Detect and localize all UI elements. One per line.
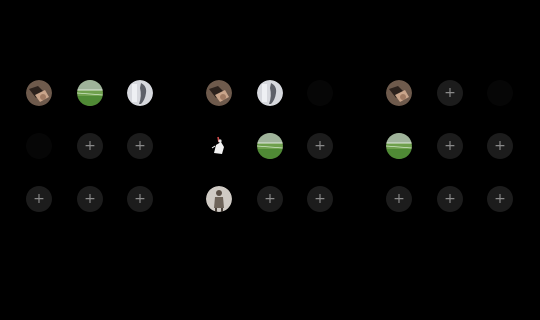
plus-icon: + (444, 85, 456, 101)
soccer-field-photo-icon (386, 133, 412, 159)
plus-icon: + (494, 138, 506, 154)
hands-photo-icon (386, 80, 412, 106)
photo-panel-2: + + + (206, 80, 334, 212)
photo-slot-statue[interactable] (257, 80, 283, 106)
empty-slot (307, 80, 333, 106)
plus-icon: + (134, 191, 146, 207)
plus-icon: + (84, 191, 96, 207)
plus-icon: + (134, 138, 146, 154)
add-photo-button[interactable]: + (487, 186, 513, 212)
add-photo-button[interactable]: + (77, 133, 103, 159)
plus-icon: + (314, 138, 326, 154)
plus-icon: + (84, 138, 96, 154)
add-photo-button[interactable]: + (437, 133, 463, 159)
plus-icon: + (444, 191, 456, 207)
empty-slot (26, 133, 52, 159)
statue-photo-icon (127, 80, 153, 106)
add-photo-button[interactable]: + (26, 186, 52, 212)
add-photo-button[interactable]: + (257, 186, 283, 212)
photo-slot-soccer-field[interactable] (386, 133, 412, 159)
add-photo-button[interactable]: + (437, 80, 463, 106)
photo-slot-soccer-field[interactable] (257, 133, 283, 159)
add-photo-button[interactable]: + (127, 133, 153, 159)
plus-icon: + (264, 191, 276, 207)
add-photo-button[interactable]: + (127, 186, 153, 212)
figure-sketch-photo-icon (206, 133, 232, 159)
photo-slot-statue[interactable] (127, 80, 153, 106)
photo-slot-hands[interactable] (26, 80, 52, 106)
hands-photo-icon (26, 80, 52, 106)
photo-panel-3: + + + + + + (386, 80, 514, 212)
empty-slot (487, 80, 513, 106)
photo-slot-person-standing[interactable] (206, 186, 232, 212)
soccer-field-photo-icon (77, 80, 103, 106)
plus-icon: + (494, 191, 506, 207)
add-photo-button[interactable]: + (487, 133, 513, 159)
statue-photo-icon (257, 80, 283, 106)
photo-slot-hands[interactable] (386, 80, 412, 106)
photo-slot-soccer-field[interactable] (77, 80, 103, 106)
photo-slot-hands[interactable] (206, 80, 232, 106)
plus-icon: + (444, 138, 456, 154)
add-photo-button[interactable]: + (77, 186, 103, 212)
photo-slot-figure-sketch[interactable] (206, 133, 232, 159)
hands-photo-icon (206, 80, 232, 106)
person-standing-photo-icon (206, 186, 232, 212)
soccer-field-photo-icon (257, 133, 283, 159)
plus-icon: + (393, 191, 405, 207)
photo-picker-canvas: + + + + + + + + + + + + + + (0, 0, 540, 320)
add-photo-button[interactable]: + (437, 186, 463, 212)
plus-icon: + (33, 191, 45, 207)
plus-icon: + (314, 191, 326, 207)
add-photo-button[interactable]: + (307, 133, 333, 159)
photo-panel-1: + + + + + (26, 80, 154, 212)
add-photo-button[interactable]: + (307, 186, 333, 212)
add-photo-button[interactable]: + (386, 186, 412, 212)
